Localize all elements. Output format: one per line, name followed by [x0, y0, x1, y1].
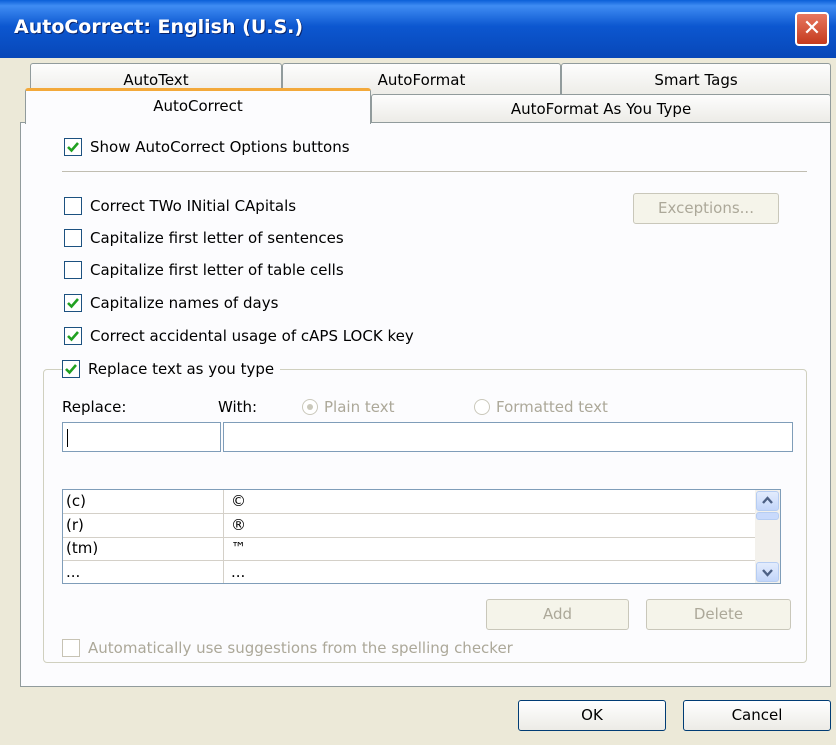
cap-table-checkbox[interactable] [64, 261, 82, 279]
autocorrect-entries-list[interactable]: (c) © (r) ® (tm) ™ ... ... [62, 489, 781, 584]
tab-autoformat-as-you-type[interactable]: AutoFormat As You Type [371, 94, 831, 123]
option-label: Show AutoCorrect Options buttons [90, 138, 350, 156]
capitalize-table-cells-option[interactable]: Capitalize first letter of table cells [64, 259, 344, 281]
chevron-up-icon [762, 496, 773, 504]
option-label: Capitalize names of days [90, 294, 279, 312]
two-initial-capitals-option[interactable]: Correct TWo INitial CApitals [64, 195, 296, 217]
formatted-text-radio-option[interactable]: Formatted text [474, 396, 608, 418]
window-title: AutoCorrect: English (U.S.) [14, 16, 304, 38]
list-item[interactable]: (r) ® [63, 514, 755, 538]
tab-label: Smart Tags [654, 71, 738, 89]
caps-lock-checkbox[interactable] [64, 327, 82, 345]
with-label-text: With: [218, 398, 258, 416]
button-label: Add [542, 605, 573, 623]
plain-text-radio-option[interactable]: Plain text [302, 396, 394, 418]
option-label: Automatically use suggestions from the s… [88, 639, 513, 657]
option-label: Capitalize first letter of sentences [90, 229, 344, 247]
entry-replace: ... [66, 563, 81, 581]
replace-input[interactable] [62, 422, 221, 452]
close-button[interactable]: ✕ [795, 12, 829, 46]
replace-label-text: Replace: [62, 398, 127, 416]
button-label: OK [581, 706, 603, 724]
option-label: Capitalize first letter of table cells [90, 261, 344, 279]
replace-label: Replace: [62, 396, 126, 418]
scroll-thumb[interactable] [756, 512, 779, 520]
delete-button[interactable]: Delete [646, 599, 791, 630]
entry-with: ® [231, 516, 246, 534]
entry-replace: (c) [66, 492, 86, 510]
button-label: Cancel [731, 706, 783, 724]
add-button[interactable]: Add [486, 599, 629, 630]
radio-label: Formatted text [496, 398, 608, 416]
button-label: Delete [693, 605, 744, 623]
two-initial-checkbox[interactable] [64, 197, 82, 215]
entry-with: © [231, 492, 246, 510]
autocorrect-dialog: AutoCorrect: English (U.S.) ✕ AutoText A… [0, 0, 836, 745]
cancel-button[interactable]: Cancel [683, 700, 831, 731]
scroll-down-button[interactable] [756, 562, 779, 582]
ok-button[interactable]: OK [518, 700, 666, 731]
tab-autocorrect[interactable]: AutoCorrect [25, 88, 371, 124]
replace-text-option[interactable]: Replace text as you type [62, 358, 281, 380]
entry-replace: (tm) [66, 539, 99, 557]
capitalize-sentences-option[interactable]: Capitalize first letter of sentences [64, 227, 344, 249]
option-label: Replace text as you type [88, 360, 275, 378]
replace-text-checkbox[interactable] [62, 360, 80, 378]
close-icon: ✕ [802, 16, 822, 41]
text-caret [67, 429, 68, 447]
cap-sentences-checkbox[interactable] [64, 229, 82, 247]
chevron-down-icon [762, 569, 773, 577]
exceptions-button[interactable]: Exceptions... [633, 193, 779, 224]
show-buttons-checkbox[interactable] [64, 138, 82, 156]
scroll-up-button[interactable] [756, 491, 779, 511]
list-item[interactable]: (tm) ™ [63, 537, 755, 561]
radio-label: Plain text [324, 398, 395, 416]
tab-label: AutoCorrect [153, 97, 243, 115]
cap-days-checkbox[interactable] [64, 294, 82, 312]
with-input[interactable] [223, 422, 793, 452]
with-label: With: [218, 396, 257, 418]
formatted-text-radio[interactable] [474, 399, 490, 415]
entry-with: ... [231, 563, 246, 581]
spelling-suggestions-option[interactable]: Automatically use suggestions from the s… [62, 637, 513, 659]
list-item[interactable]: ... ... [63, 561, 755, 583]
button-label: Exceptions... [658, 199, 754, 217]
capitalize-days-option[interactable]: Capitalize names of days [64, 292, 278, 314]
vertical-scrollbar[interactable] [755, 490, 780, 583]
list-item[interactable]: (c) © [63, 490, 755, 514]
option-label: Correct TWo INitial CApitals [90, 197, 297, 215]
entry-replace: (r) [66, 516, 84, 534]
show-autocorrect-buttons-option[interactable]: Show AutoCorrect Options buttons [64, 136, 350, 158]
spelling-checkbox[interactable] [62, 639, 80, 657]
tab-label: AutoFormat As You Type [510, 100, 692, 118]
option-label: Correct accidental usage of cAPS LOCK ke… [90, 327, 414, 345]
tab-smart-tags[interactable]: Smart Tags [561, 63, 831, 97]
separator [62, 171, 807, 172]
title-bar[interactable]: AutoCorrect: English (U.S.) ✕ [0, 0, 836, 58]
caps-lock-option[interactable]: Correct accidental usage of cAPS LOCK ke… [64, 325, 414, 347]
plain-text-radio[interactable] [302, 399, 318, 415]
entry-with: ™ [231, 539, 246, 557]
